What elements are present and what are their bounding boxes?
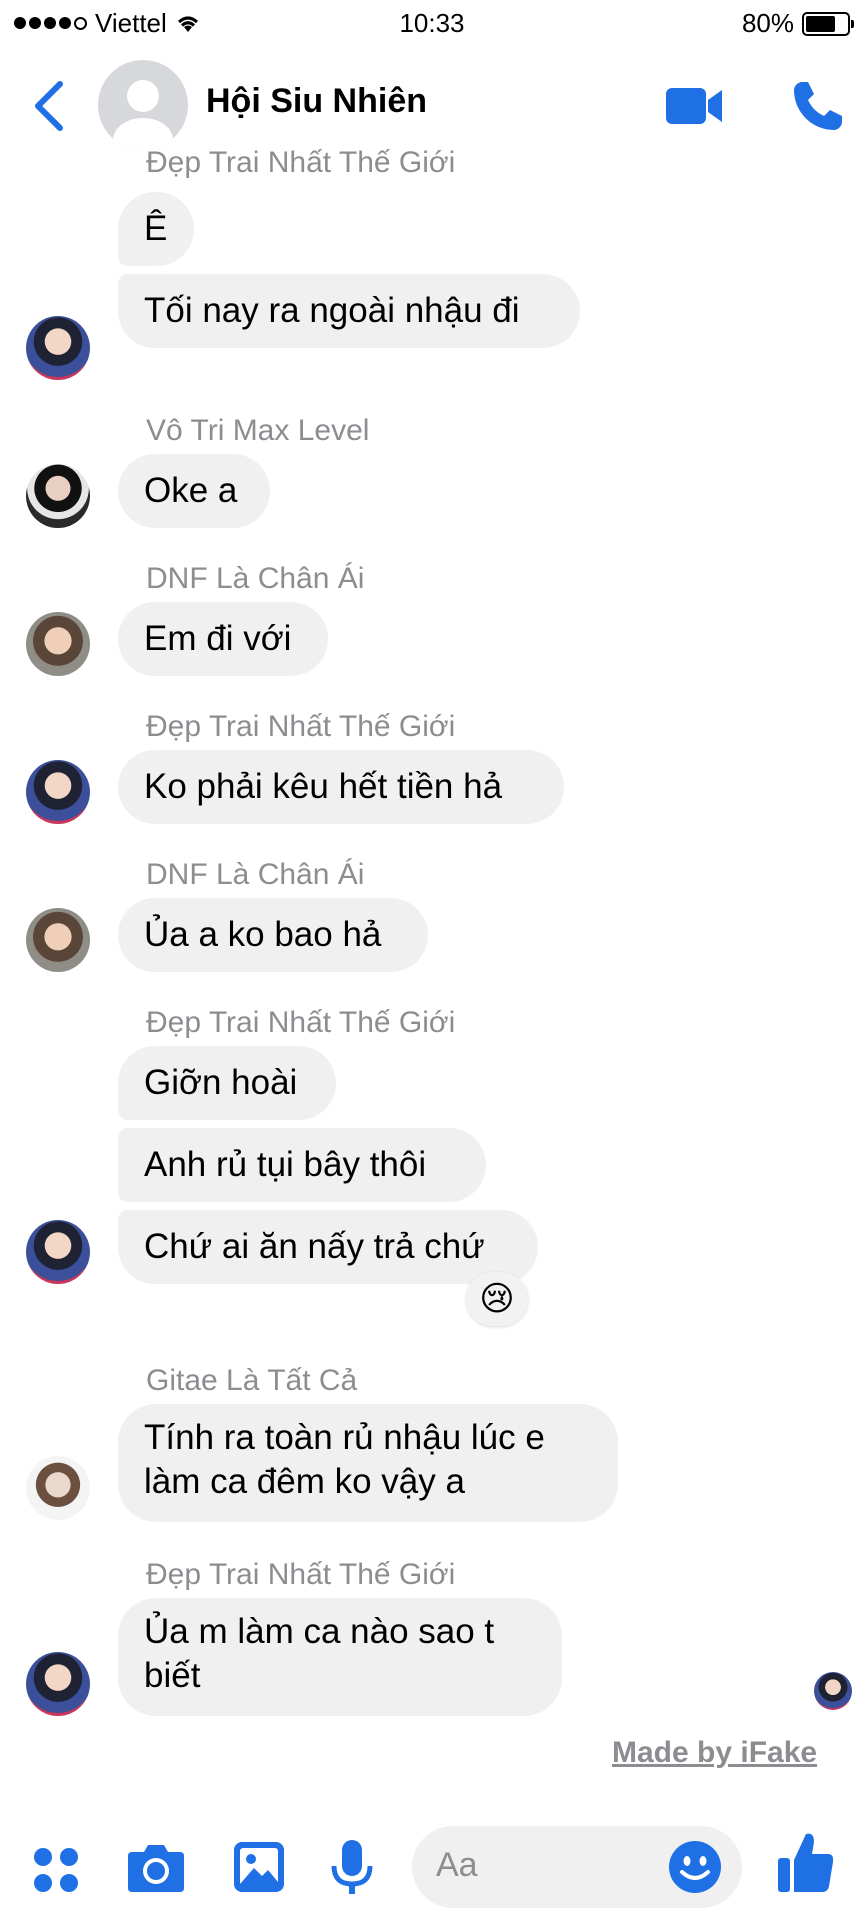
avatar[interactable] [26,612,90,676]
phone-icon[interactable] [790,78,846,134]
sender-name: Gitae Là Tất Cả [146,1364,358,1397]
message-input-placeholder: Aa [436,1846,478,1884]
camera-icon[interactable] [126,1842,186,1894]
avatar[interactable] [26,908,90,972]
message-bubble[interactable]: Em đi với [118,602,328,676]
message-bubble[interactable]: Tối nay ra ngoài nhậu đi [118,274,580,348]
message-bubble[interactable]: Ko phải kêu hết tiền hả [118,750,564,824]
sender-name: Đẹp Trai Nhất Thế Giới [146,710,456,743]
status-bar: Viettel 10:33 80% [0,0,864,48]
message-bubble[interactable]: Chứ ai ăn nấy trả chứ [118,1210,538,1284]
avatar[interactable] [26,316,90,380]
avatar[interactable] [26,1220,90,1284]
photo-icon[interactable] [232,1840,286,1894]
battery-icon [802,11,854,36]
avatar[interactable] [26,1456,90,1520]
crying-face-icon: 😢 [479,1280,515,1318]
conversation-title[interactable]: Hội Siu Nhiên [206,82,427,121]
message-bubble[interactable]: Giỡn hoài [118,1046,336,1120]
message-bubble[interactable]: Ủa a ko bao hả [118,898,428,972]
message-bubble[interactable]: Ủa m làm ca nào sao t biết [118,1598,562,1716]
composer-bar: Aa [0,1810,864,1920]
battery-indicator: 80% [741,8,854,39]
thumbs-up-icon[interactable] [776,1830,836,1896]
sender-name: DNF Là Chân Ái [146,562,365,595]
message-input[interactable]: Aa [412,1826,742,1908]
sender-name: Đẹp Trai Nhất Thế Giới [146,1006,456,1039]
message-bubble[interactable]: Oke a [118,454,270,528]
avatar[interactable] [26,760,90,824]
chat-header: Hội Siu Nhiên [0,54,864,158]
seen-indicator-avatar [814,1672,852,1710]
avatar[interactable] [26,1652,90,1716]
sender-name: Đẹp Trai Nhất Thế Giới [146,1558,456,1591]
clock: 10:33 [399,8,465,38]
microphone-icon[interactable] [330,1838,374,1898]
message-bubble[interactable]: Ê [118,192,194,266]
video-camera-icon[interactable] [664,84,724,128]
back-chevron-icon[interactable] [30,78,70,134]
person-placeholder-icon [113,80,173,150]
message-bubble[interactable]: Anh rủ tụi bây thôi [118,1128,486,1202]
battery-percent: 80% [741,8,794,38]
reaction-badge[interactable]: 😢 [466,1272,528,1326]
sender-name: DNF Là Chân Ái [146,858,365,891]
smiley-icon[interactable] [668,1840,722,1894]
sender-name: Đẹp Trai Nhất Thế Giới [146,146,456,179]
avatar[interactable] [26,464,90,528]
group-avatar[interactable] [98,60,188,150]
message-bubble[interactable]: Tính ra toàn rủ nhậu lúc e làm ca đêm ko… [118,1404,618,1522]
apps-icon[interactable] [32,1846,80,1894]
sender-name: Vô Tri Max Level [146,414,370,447]
watermark: Made by iFake [612,1736,818,1769]
